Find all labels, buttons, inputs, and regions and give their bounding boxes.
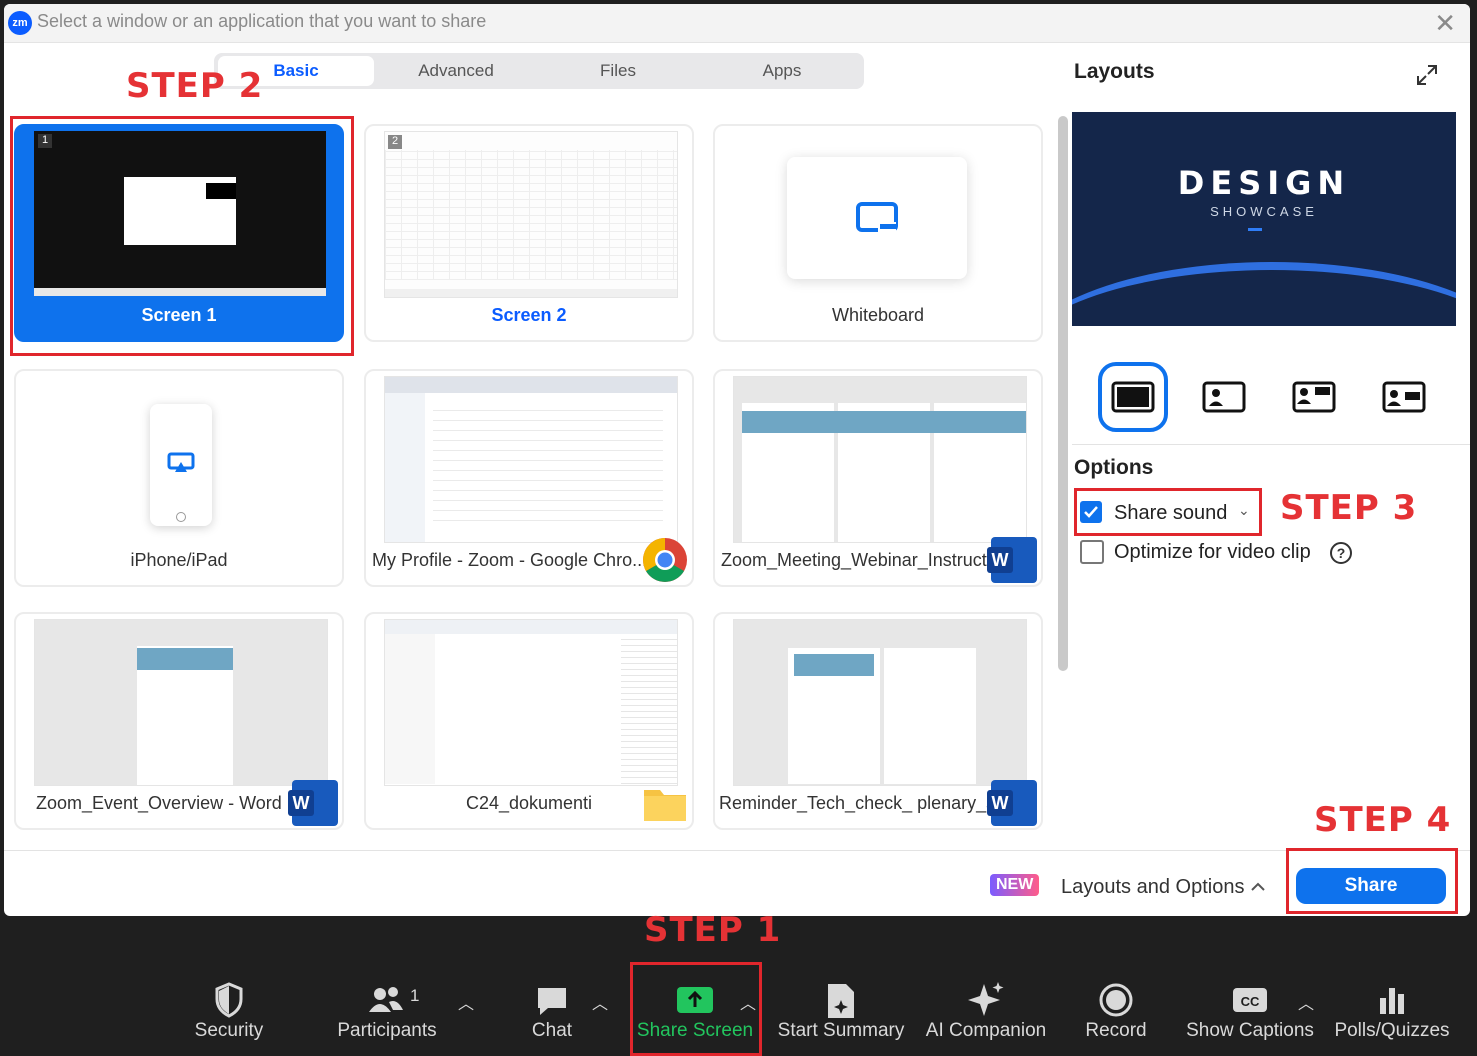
toolbar-label: Participants xyxy=(337,1020,437,1041)
layout-presenter-right-icon[interactable] xyxy=(1370,362,1440,432)
polls-icon xyxy=(1380,988,1404,1014)
word-icon: W xyxy=(987,780,1037,826)
toolbar-label: Show Captions xyxy=(1186,1020,1314,1041)
toolbar-security-button[interactable]: Security xyxy=(176,980,282,1056)
airplay-icon xyxy=(167,452,195,472)
captions-icon: CC xyxy=(1233,988,1267,1012)
toolbar-show-captions-button[interactable]: CC Show Captions xyxy=(1184,980,1316,1056)
word-doc-thumbnail xyxy=(34,619,328,786)
layouts-and-options-toggle[interactable]: Layouts and Options xyxy=(1061,876,1244,899)
word-icon: W xyxy=(288,780,338,826)
sources-scrollbar[interactable] xyxy=(1058,116,1068,671)
layout-presenter-left-icon[interactable] xyxy=(1190,362,1260,432)
zoom-logo: zm xyxy=(8,11,32,35)
chrome-window-thumbnail xyxy=(384,376,678,543)
word-icon: W xyxy=(987,537,1037,583)
help-icon[interactable]: ? xyxy=(1330,542,1352,564)
chevron-up-icon[interactable] xyxy=(1250,879,1266,895)
source-label: My Profile - Zoom - Google Chro... xyxy=(372,550,648,570)
participants-icon xyxy=(369,987,403,1012)
toolbar-label: Start Summary xyxy=(777,1020,905,1041)
source-label: iPhone/iPad xyxy=(130,550,228,570)
layout-preview: DESIGN SHOWCASE xyxy=(1072,112,1456,326)
folder-icon xyxy=(644,790,686,821)
layouts-heading: Layouts xyxy=(1074,60,1155,83)
source-whiteboard[interactable]: Whiteboard xyxy=(713,124,1043,342)
record-icon xyxy=(1099,983,1133,1017)
source-label: Screen 2 xyxy=(491,305,567,325)
source-label: Whiteboard xyxy=(831,305,925,325)
step-3-annotation: STEP 3 xyxy=(1280,488,1418,528)
toolbar-label: AI Companion xyxy=(925,1020,1047,1041)
step-2-highlight xyxy=(10,116,354,356)
chat-icon xyxy=(538,988,566,1015)
layout-fullscreen-icon[interactable] xyxy=(1098,362,1168,432)
whiteboard-thumbnail xyxy=(733,131,1025,296)
source-chrome-window[interactable]: My Profile - Zoom - Google Chro... xyxy=(364,369,694,587)
whiteboard-icon xyxy=(856,202,898,232)
new-badge: NEW xyxy=(990,874,1040,896)
sparkle-icon xyxy=(968,982,1004,1016)
source-word-window-1[interactable]: Zoom_Meeting_Webinar_Instructi... W xyxy=(713,369,1043,587)
source-label: Zoom_Meeting_Webinar_Instructi... xyxy=(721,550,1006,570)
tab-apps[interactable]: Apps xyxy=(704,56,860,86)
tab-files[interactable]: Files xyxy=(540,56,696,86)
toolbar-record-button[interactable]: Record xyxy=(1080,980,1152,1056)
dialog-title: Select a window or an application that y… xyxy=(37,11,487,31)
word-doc-thumbnail xyxy=(733,619,1027,786)
source-screen-2[interactable]: 2 Screen 2 xyxy=(364,124,694,342)
summary-icon xyxy=(828,984,854,1018)
toolbar-label: Record xyxy=(1085,1020,1147,1041)
toolbar-start-summary-button[interactable]: Start Summary xyxy=(774,980,908,1056)
svg-text:CC: CC xyxy=(1241,994,1260,1009)
step-1-highlight xyxy=(630,962,762,1056)
source-label: Zoom_Event_Overview - Word xyxy=(36,793,282,813)
preview-subtitle: SHOWCASE xyxy=(1210,204,1318,219)
source-word-window-3[interactable]: Reminder_Tech_check_ plenary_sp... W xyxy=(713,612,1043,830)
step-3-highlight xyxy=(1074,488,1262,536)
participants-count: 1 xyxy=(410,986,420,1005)
source-file-explorer[interactable]: C24_dokumenti xyxy=(364,612,694,830)
toolbar-label: Security xyxy=(194,1020,264,1041)
toolbar-polls-button[interactable]: Polls/Quizzes xyxy=(1332,980,1452,1056)
screen-badge: 2 xyxy=(388,135,402,149)
step-2-annotation: STEP 2 xyxy=(126,66,264,106)
toolbar-chat-button[interactable]: Chat xyxy=(512,980,592,1056)
title-bar: zm Select a window or an application tha… xyxy=(4,4,1470,43)
source-word-window-2[interactable]: Zoom_Event_Overview - Word W xyxy=(14,612,344,830)
toolbar-ai-companion-button[interactable]: AI Companion xyxy=(922,980,1050,1056)
toolbar-participants-button[interactable]: 1 Participants xyxy=(330,980,444,1056)
step-4-highlight xyxy=(1286,848,1458,914)
expand-icon[interactable] xyxy=(1414,62,1440,88)
optimize-video-checkbox[interactable] xyxy=(1080,540,1104,564)
explorer-thumbnail xyxy=(384,619,678,786)
close-icon[interactable]: ✕ xyxy=(1434,8,1456,39)
optimize-video-label: Optimize for video clip xyxy=(1114,541,1311,563)
preview-title: DESIGN xyxy=(1177,164,1351,202)
source-label: Reminder_Tech_check_ plenary_sp... xyxy=(719,793,1021,813)
options-heading: Options xyxy=(1074,456,1154,479)
toolbar-label: Polls/Quizzes xyxy=(1334,1020,1450,1041)
chrome-icon xyxy=(643,538,687,582)
share-tabs: Basic Advanced Files Apps xyxy=(214,53,864,89)
captions-caret-icon[interactable]: ︿ xyxy=(1298,990,1314,1014)
screen-2-thumbnail: 2 xyxy=(384,131,678,298)
tab-advanced[interactable]: Advanced xyxy=(378,56,534,86)
toolbar-label: Chat xyxy=(531,1020,573,1041)
shield-icon xyxy=(215,982,243,1018)
source-iphone-ipad[interactable]: iPhone/iPad xyxy=(14,369,344,587)
participants-caret-icon[interactable]: ︿ xyxy=(458,990,474,1014)
layout-presenter-top-icon[interactable] xyxy=(1280,362,1350,432)
iphone-thumbnail xyxy=(34,376,326,541)
step-1-annotation: STEP 1 xyxy=(644,910,782,950)
step-4-annotation: STEP 4 xyxy=(1314,800,1452,840)
chat-caret-icon[interactable]: ︿ xyxy=(592,990,608,1014)
word-doc-thumbnail xyxy=(733,376,1027,543)
